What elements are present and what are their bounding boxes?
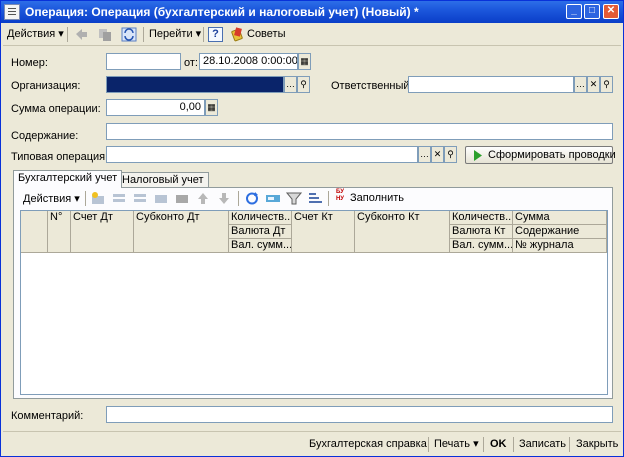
date-input[interactable]: 28.10.2008 0:00:00 [199, 53, 298, 70]
grid-actions-menu[interactable]: Действия ▾ [23, 192, 80, 205]
goto-menu-label: Перейти [149, 28, 193, 40]
select-responsible-button[interactable]: … [574, 76, 587, 93]
copy-icon[interactable] [97, 27, 113, 42]
toolbar-divider [513, 437, 514, 452]
title-bar[interactable]: Операция: Операция (бухгалтерский и нало… [1, 1, 623, 23]
column-header-number[interactable]: N° [48, 211, 71, 253]
add-group-icon[interactable] [111, 191, 127, 206]
responsible-label: Ответственный: [331, 80, 413, 92]
save-button[interactable]: Записать [519, 436, 566, 453]
toolbar-divider [203, 27, 204, 42]
select-organization-button[interactable]: … [284, 76, 297, 93]
main-toolbar: Действия ▾ Перейти ▾ ? Советы [3, 24, 621, 46]
maximize-button[interactable]: □ [584, 4, 600, 19]
column-header-credit-subconto[interactable]: Субконто Кт [355, 211, 450, 253]
grid-actions-label: Действия [23, 193, 72, 205]
fill-icon: БУ НУ [335, 189, 345, 202]
column-header-debit-account[interactable]: Счет Дт [71, 211, 134, 253]
refresh-icon[interactable] [244, 191, 260, 206]
back-arrow-icon[interactable] [73, 27, 89, 42]
window-title: Операция: Операция (бухгалтерский и нало… [25, 5, 419, 19]
copy-row-icon[interactable] [132, 191, 148, 206]
row-marker-column [21, 211, 48, 253]
clear-responsible-icon[interactable]: ✕ [587, 76, 600, 93]
content-input[interactable] [106, 123, 613, 140]
edit-row-icon[interactable] [153, 191, 169, 206]
entries-grid[interactable]: N° Счет Дт Субконто Дт Количеств... Валю… [20, 210, 608, 395]
sort-icon[interactable] [307, 191, 323, 206]
ok-button[interactable]: OK [490, 436, 507, 453]
column-header-content[interactable]: Содержание [513, 225, 607, 239]
minimize-button[interactable]: _ [566, 4, 582, 19]
number-input[interactable] [106, 53, 181, 70]
organization-input[interactable] [106, 76, 284, 93]
tab-tax[interactable]: Налоговый учет [117, 172, 209, 188]
toolbar-divider [483, 437, 484, 452]
delete-row-icon[interactable] [174, 191, 190, 206]
number-label: Номер: [11, 57, 48, 69]
actions-menu-label: Действия [7, 28, 56, 40]
selection-icon[interactable] [265, 191, 281, 206]
column-header-credit-account[interactable]: Счет Кт [292, 211, 355, 253]
print-menu[interactable]: Печать ▾ [434, 436, 479, 453]
toolbar-divider [238, 191, 239, 206]
column-header-debit-subconto[interactable]: Субконто Дт [134, 211, 229, 253]
document-icon [4, 4, 20, 20]
move-down-icon[interactable] [216, 191, 232, 206]
comment-label: Комментарий: [11, 410, 84, 422]
comment-input[interactable] [106, 406, 613, 423]
help-button[interactable]: ? [208, 27, 223, 42]
amount-label: Сумма операции: [11, 103, 101, 115]
search-typical-operation-icon[interactable]: ⚲ [444, 146, 457, 163]
close-window-button[interactable]: ✕ [603, 4, 619, 19]
column-header-journal[interactable]: № журнала [513, 239, 607, 253]
tab-accounting[interactable]: Бухгалтерский учет [13, 170, 123, 188]
fill-button[interactable]: Заполнить [350, 192, 404, 204]
document-window: Операция: Операция (бухгалтерский и нало… [0, 0, 624, 457]
toolbar-divider [143, 27, 144, 42]
organization-label: Организация: [11, 80, 81, 92]
calendar-icon[interactable]: ▦ [298, 53, 311, 70]
tips-icon [231, 27, 243, 42]
filter-icon[interactable] [286, 191, 302, 206]
generate-entries-label: Сформировать проводки [488, 149, 616, 161]
close-button[interactable]: Закрыть [576, 436, 618, 453]
calculator-icon[interactable]: ▦ [205, 99, 218, 116]
responsible-input[interactable] [408, 76, 574, 93]
accounting-report-button[interactable]: Бухгалтерская справка [309, 436, 427, 453]
generate-entries-button[interactable]: Сформировать проводки [465, 146, 616, 164]
date-from-label: от: [184, 57, 198, 69]
column-header-credit-qty[interactable]: Количеств... [450, 211, 513, 225]
refresh-document-icon[interactable] [121, 27, 137, 42]
typical-operation-label: Типовая операция: [11, 151, 109, 163]
add-row-icon[interactable] [90, 191, 106, 206]
column-header-credit-currency[interactable]: Валюта Кт [450, 225, 513, 239]
move-up-icon[interactable] [195, 191, 211, 206]
play-icon [474, 150, 482, 161]
actions-menu[interactable]: Действия ▾ [7, 26, 64, 43]
amount-input[interactable]: 0,00 [106, 99, 205, 116]
toolbar-divider [85, 191, 86, 206]
toolbar-divider [569, 437, 570, 452]
column-header-credit-currency-sum[interactable]: Вал. сумм... [450, 239, 513, 253]
goto-menu[interactable]: Перейти ▾ [149, 26, 201, 43]
column-header-debit-currency[interactable]: Валюта Дт [229, 225, 292, 239]
search-responsible-icon[interactable]: ⚲ [600, 76, 613, 93]
column-header-debit-qty[interactable]: Количеств... [229, 211, 292, 225]
search-organization-icon[interactable]: ⚲ [297, 76, 310, 93]
content-label: Содержание: [11, 130, 79, 142]
toolbar-divider [428, 437, 429, 452]
select-typical-operation-button[interactable]: … [418, 146, 431, 163]
typical-operation-input[interactable] [106, 146, 418, 163]
toolbar-divider [328, 191, 329, 206]
print-label: Печать [434, 438, 471, 450]
clear-typical-operation-icon[interactable]: ✕ [431, 146, 444, 163]
column-header-sum[interactable]: Сумма [513, 211, 607, 225]
toolbar-divider [67, 27, 68, 42]
bottom-toolbar: Бухгалтерская справка Печать ▾ OK Записа… [3, 431, 621, 455]
column-header-debit-currency-sum[interactable]: Вал. сумм... [229, 239, 292, 253]
tips-button[interactable]: Советы [247, 26, 285, 43]
